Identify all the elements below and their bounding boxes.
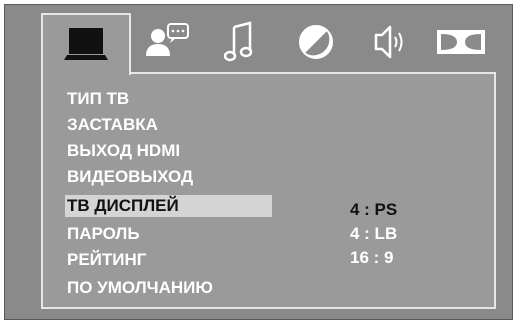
menu-item-tv-display[interactable]: ТВ ДИСПЛЕЙ: [65, 195, 272, 217]
menu-item-video-output[interactable]: ВИДЕОВЫХОД: [67, 166, 193, 188]
menu-item-default[interactable]: ПО УМОЛЧАНИЮ: [67, 277, 213, 299]
circle-slash-icon: [296, 22, 336, 62]
menu-item-tv-type[interactable]: ТИП ТВ: [67, 88, 129, 110]
tab-dolby[interactable]: [433, 15, 489, 69]
speaker-icon: [370, 23, 406, 61]
tab-language[interactable]: [139, 15, 195, 69]
tab-parental[interactable]: [288, 15, 344, 69]
person-speech-bubble-icon: [144, 22, 190, 62]
setup-menu-screen: ТИП ТВ ЗАСТАВКА ВЫХОД HDMI ВИДЕОВЫХОД ТВ…: [4, 4, 513, 320]
music-note-icon: [224, 21, 254, 63]
tab-display[interactable]: [41, 13, 131, 75]
option-4-lb[interactable]: 4 : LB: [350, 223, 397, 245]
menu-item-hdmi-output[interactable]: ВЫХОД HDMI: [67, 140, 180, 162]
menu-item-screensaver[interactable]: ЗАСТАВКА: [67, 114, 158, 136]
option-16-9[interactable]: 16 : 9: [350, 247, 393, 269]
tab-audio[interactable]: [211, 15, 267, 69]
option-4-ps[interactable]: 4 : PS: [350, 199, 397, 221]
dolby-double-d-icon: [437, 27, 485, 57]
tv-monitor-icon: [64, 26, 108, 64]
menu-item-password[interactable]: ПАРОЛЬ: [67, 223, 140, 245]
tab-bar: [5, 5, 512, 75]
tab-speaker[interactable]: [360, 15, 416, 69]
menu-item-rating[interactable]: РЕЙТИНГ: [67, 249, 146, 271]
settings-panel: ТИП ТВ ЗАСТАВКА ВЫХОД HDMI ВИДЕОВЫХОД ТВ…: [41, 72, 496, 309]
